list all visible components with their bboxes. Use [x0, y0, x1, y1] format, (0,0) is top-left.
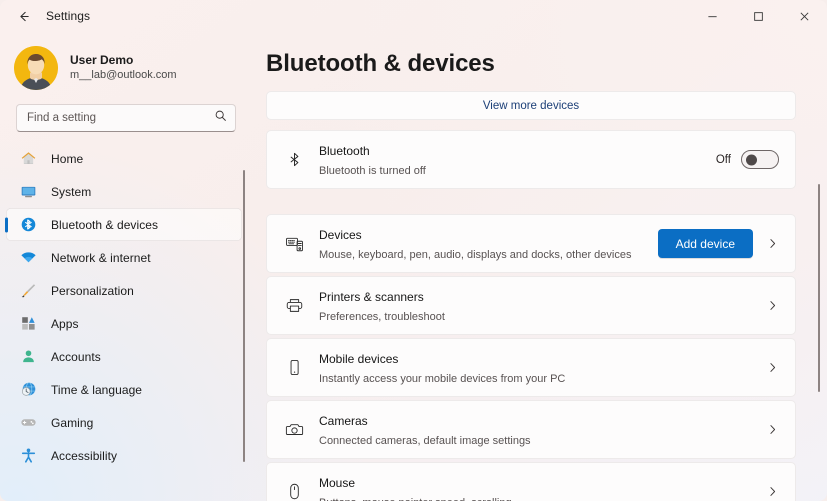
row-subtitle: Connected cameras, default image setting…: [319, 434, 531, 447]
devices-row-text: Devices Mouse, keyboard, pen, audio, dis…: [319, 225, 658, 262]
search-input[interactable]: [17, 105, 235, 131]
maximize-button[interactable]: [735, 0, 781, 32]
bluetooth-toggle-row[interactable]: Bluetooth Bluetooth is turned off Off: [266, 130, 796, 189]
back-arrow-icon: [16, 9, 31, 24]
clock-globe-icon: [18, 380, 38, 400]
toggle-knob: [746, 154, 757, 165]
sidebar: User Demo m__lab@outlook.com Find a sett…: [0, 32, 252, 501]
sidebar-nav: Home System Bluetooth & devices Network …: [0, 142, 252, 472]
row-title: Mouse: [319, 475, 356, 490]
sidebar-item-network-internet[interactable]: Network & internet: [6, 241, 242, 274]
row-title: Bluetooth: [319, 143, 370, 158]
sidebar-item-personalization[interactable]: Personalization: [6, 274, 242, 307]
sidebar-item-label: Apps: [51, 316, 79, 331]
sidebar-item-gaming[interactable]: Gaming: [6, 406, 242, 439]
mobile-devices-row-text: Mobile devices Instantly access your mob…: [319, 349, 761, 386]
profile-text: User Demo m__lab@outlook.com: [70, 53, 177, 83]
camera-icon: [281, 417, 307, 443]
accessibility-person-icon: [18, 446, 38, 466]
devices-icon: [281, 231, 307, 257]
search-icon: [214, 109, 227, 127]
add-device-button[interactable]: Add device: [657, 229, 753, 258]
apps-grid-icon: [18, 314, 38, 334]
mouse-icon: [281, 479, 307, 501]
row-subtitle: Bluetooth is turned off: [319, 164, 426, 177]
printer-icon: [281, 293, 307, 319]
sidebar-item-label: Bluetooth & devices: [51, 217, 159, 232]
view-more-devices-card[interactable]: View more devices: [266, 91, 796, 120]
chevron-right-icon[interactable]: [761, 419, 783, 441]
home-icon: [18, 149, 38, 169]
devices-row[interactable]: Devices Mouse, keyboard, pen, audio, dis…: [266, 214, 796, 273]
gamepad-icon: [18, 413, 38, 433]
row-subtitle: Mouse, keyboard, pen, audio, displays an…: [319, 248, 632, 261]
back-button[interactable]: [6, 1, 40, 31]
avatar: [14, 46, 58, 90]
row-subtitle: Preferences, troubleshoot: [319, 310, 445, 323]
main-content: Bluetooth & devices View more devices Bl…: [252, 32, 827, 501]
row-subtitle: Buttons, mouse pointer speed, scrolling: [319, 496, 761, 501]
sidebar-item-system[interactable]: System: [6, 175, 242, 208]
search-wrap: [0, 94, 252, 132]
profile-email: m__lab@outlook.com: [70, 69, 177, 82]
sidebar-item-bluetooth-devices[interactable]: Bluetooth & devices: [6, 208, 242, 241]
app-title: Settings: [46, 9, 91, 23]
toggle-state-label: Off: [715, 153, 731, 166]
phone-icon: [281, 355, 307, 381]
person-icon: [18, 347, 38, 367]
wifi-icon: [18, 248, 38, 268]
row-subtitle: Instantly access your mobile devices fro…: [319, 372, 566, 385]
printers-row-text: Printers & scanners Preferences, trouble…: [319, 287, 761, 324]
view-more-devices-link[interactable]: View more devices: [483, 100, 579, 112]
chevron-right-icon[interactable]: [761, 481, 783, 501]
sidebar-item-label: Accounts: [51, 349, 101, 364]
mouse-row[interactable]: Mouse Buttons, mouse pointer speed, scro…: [266, 462, 796, 501]
row-title: Cameras: [319, 413, 368, 428]
mobile-devices-row[interactable]: Mobile devices Instantly access your mob…: [266, 338, 796, 397]
sidebar-item-apps[interactable]: Apps: [6, 307, 242, 340]
chevron-right-icon[interactable]: [761, 295, 783, 317]
sidebar-item-time-language[interactable]: Time & language: [6, 373, 242, 406]
sidebar-item-accounts[interactable]: Accounts: [6, 340, 242, 373]
sidebar-item-home[interactable]: Home: [6, 142, 242, 175]
printers-scanners-row[interactable]: Printers & scanners Preferences, trouble…: [266, 276, 796, 335]
minimize-button[interactable]: [689, 0, 735, 32]
chevron-right-icon[interactable]: [761, 233, 783, 255]
row-title: Mobile devices: [319, 351, 399, 366]
sidebar-item-label: Personalization: [51, 283, 134, 298]
profile-name: User Demo: [70, 53, 134, 68]
bluetooth-icon: [281, 147, 307, 173]
settings-card-list: View more devices Bluetooth Bluetooth is…: [252, 78, 827, 501]
main-scrollbar[interactable]: [818, 184, 820, 392]
sidebar-item-label: Home: [51, 151, 84, 166]
cameras-row[interactable]: Cameras Connected cameras, default image…: [266, 400, 796, 459]
user-avatar-illustration: [14, 46, 58, 90]
sidebar-item-label: Time & language: [51, 382, 143, 397]
mouse-row-text: Mouse Buttons, mouse pointer speed, scro…: [319, 473, 761, 501]
row-title: Devices: [319, 227, 362, 242]
close-button[interactable]: [781, 0, 827, 32]
sidebar-item-label: Accessibility: [51, 448, 117, 463]
row-title: Printers & scanners: [319, 289, 424, 304]
sidebar-item-accessibility[interactable]: Accessibility: [6, 439, 242, 472]
paintbrush-icon: [18, 281, 38, 301]
window-controls: [689, 0, 827, 32]
profile-block[interactable]: User Demo m__lab@outlook.com: [0, 32, 252, 94]
bluetooth-row-text: Bluetooth Bluetooth is turned off: [319, 141, 716, 178]
bluetooth-icon: [18, 215, 38, 235]
sidebar-item-label: System: [51, 184, 92, 199]
sidebar-item-label: Gaming: [51, 415, 94, 430]
title-bar: Settings: [0, 0, 827, 32]
cameras-row-text: Cameras Connected cameras, default image…: [319, 411, 761, 448]
bluetooth-toggle[interactable]: [741, 150, 779, 169]
page-title: Bluetooth & devices: [266, 50, 495, 77]
chevron-right-icon[interactable]: [761, 357, 783, 379]
search-box[interactable]: [16, 104, 236, 132]
settings-window: Settings User Demo m__lab@outlook.com Fi…: [0, 0, 827, 501]
sidebar-item-label: Network & internet: [51, 250, 151, 265]
sidebar-scrollbar[interactable]: [243, 170, 245, 462]
bluetooth-toggle-area: Off: [716, 150, 779, 169]
system-monitor-icon: [18, 182, 38, 202]
